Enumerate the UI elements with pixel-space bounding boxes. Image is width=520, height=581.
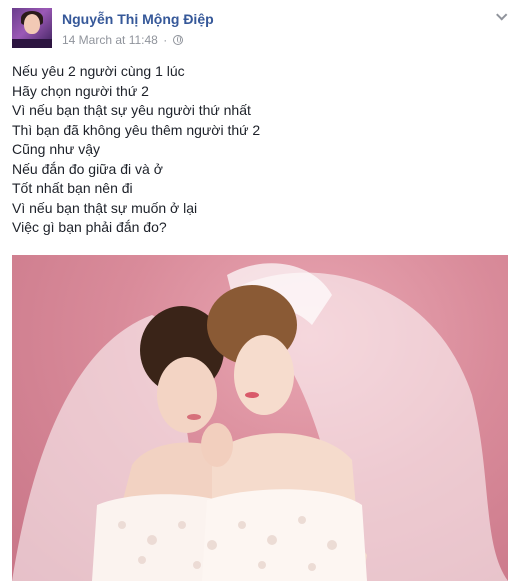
meta-separator: · xyxy=(163,33,168,47)
post-line: Hãy chọn người thứ 2 xyxy=(12,82,149,99)
author-name[interactable]: Nguyễn Thị Mộng Điệp xyxy=(62,11,214,27)
post-line: Cũng như vậy xyxy=(12,141,100,157)
post-line: Thì bạn đã không yêu thêm người thứ 2 xyxy=(12,121,261,138)
chevron-down-icon[interactable] xyxy=(494,12,508,22)
post-line: Vì nếu bạn thật sự yêu người thứ nhất xyxy=(12,102,251,118)
post-line: Nếu yêu 2 người cùng 1 lúc xyxy=(12,63,185,79)
post-line: Vì nếu bạn thật sự muốn ở lại xyxy=(12,199,198,216)
post-card: Nguyễn Thị Mộng Điệp 14 March at 11:48 ·… xyxy=(0,0,520,581)
post-line: Việc gì bạn phải đắn đo? xyxy=(12,219,167,235)
post-photo[interactable] xyxy=(12,255,508,581)
post-body: Nếu yêu 2 người cùng 1 lúc Hãy chọn ngườ… xyxy=(12,62,502,238)
post-line: Tốt nhất bạn nên đi xyxy=(12,180,133,196)
author-avatar[interactable] xyxy=(12,8,52,48)
globe-icon[interactable] xyxy=(172,35,183,45)
photo-illustration xyxy=(12,263,508,581)
post-timestamp[interactable]: 14 March at 11:48 xyxy=(62,33,158,47)
post-line: Nếu đắn đo giữa đi và ở xyxy=(12,160,163,177)
post-header: Nguyễn Thị Mộng Điệp 14 March at 11:48 · xyxy=(12,8,508,52)
post-meta: 14 March at 11:48 · xyxy=(62,33,183,47)
